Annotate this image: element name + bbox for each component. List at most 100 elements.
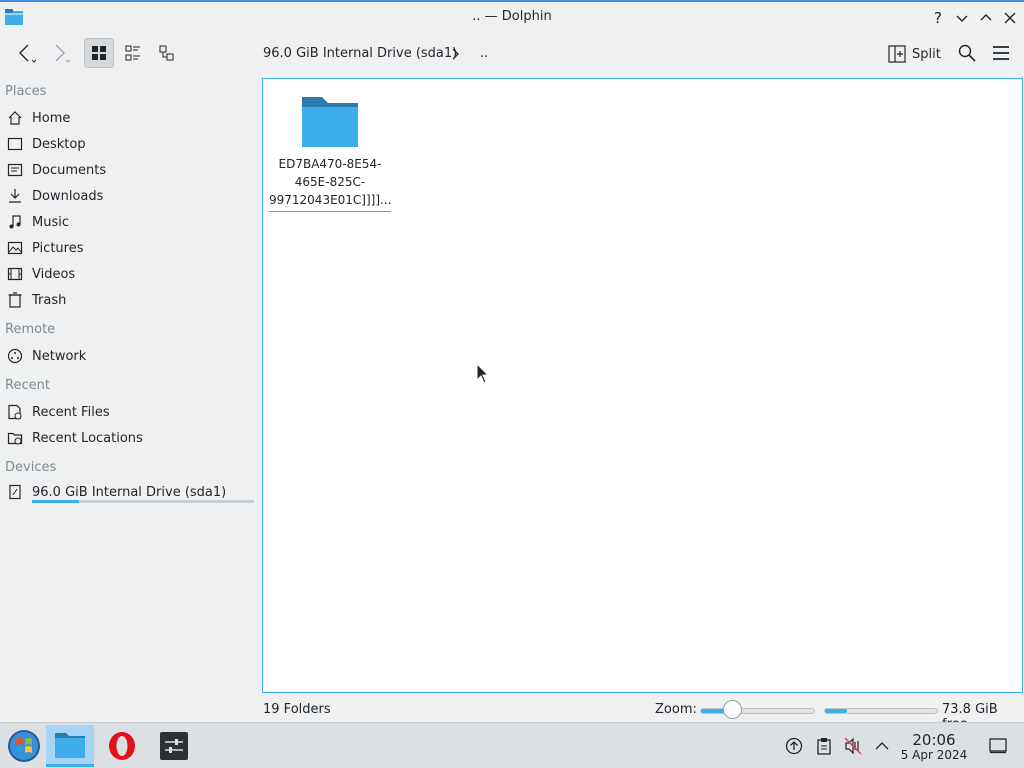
icons-view-button[interactable] — [84, 38, 114, 68]
mouse-cursor-icon — [476, 363, 490, 384]
menu-button[interactable] — [986, 38, 1016, 68]
title-bar[interactable]: .. — Dolphin ? — [0, 0, 1024, 34]
clipboard-icon — [817, 738, 831, 755]
section-devices: Devices — [5, 460, 57, 475]
sidebar-item-label: Music — [32, 214, 69, 230]
network-icon — [5, 346, 25, 366]
sidebar-item-downloads[interactable]: Downloads — [5, 184, 103, 208]
compact-view-icon — [125, 45, 140, 61]
breadcrumb-drive[interactable]: 96.0 GiB Internal Drive (sda1) — [263, 46, 457, 61]
sidebar-item-label: Recent Files — [32, 404, 110, 420]
icons-view-icon — [92, 46, 106, 60]
volume-muted-icon — [844, 737, 862, 755]
status-bar: 19 Folders Zoom: 73.8 GiB free — [0, 696, 1024, 732]
sidebar-item-recent-files[interactable]: Recent Files — [5, 400, 110, 424]
sidebar-item-label: Videos — [32, 266, 76, 282]
free-space-bar[interactable] — [824, 708, 938, 714]
chevron-down-icon — [956, 15, 968, 22]
search-icon — [958, 44, 976, 62]
zoom-slider[interactable] — [700, 708, 815, 714]
help-button[interactable]: ? — [928, 8, 948, 28]
places-panel: Places Home Desktop Documents Downloads … — [0, 78, 260, 696]
breadcrumb-current[interactable]: .. — [480, 46, 488, 61]
drive-usage-fill — [32, 500, 79, 503]
taskbar-opera[interactable] — [98, 725, 146, 767]
back-arrow-icon — [19, 44, 36, 63]
sidebar-item-label: Network — [32, 348, 87, 364]
show-desktop-icon — [989, 738, 1007, 754]
clock-date[interactable]: 5 Apr 2024 — [896, 748, 972, 762]
updates-icon — [785, 737, 803, 755]
split-view-icon — [888, 45, 906, 63]
breadcrumb-separator-icon[interactable] — [450, 47, 460, 61]
videos-icon — [5, 264, 25, 284]
sidebar-item-label: Trash — [32, 292, 67, 308]
downloads-icon — [5, 186, 25, 206]
mixer-icon — [160, 732, 188, 760]
sidebar-item-label: Desktop — [32, 136, 86, 152]
folder-icon — [302, 97, 358, 147]
updates-tray[interactable] — [785, 737, 803, 755]
forward-button[interactable] — [44, 38, 74, 68]
zoom-label: Zoom: — [655, 702, 697, 717]
details-view-button[interactable] — [152, 38, 182, 68]
sidebar-item-label: Home — [32, 110, 71, 126]
maximize-button[interactable] — [976, 8, 996, 28]
close-button[interactable] — [1000, 8, 1020, 28]
folder-name: ED7BA470-8E54- 465E-825C- 99712043E01C]]… — [269, 155, 391, 209]
sidebar-item-pictures[interactable]: Pictures — [5, 236, 83, 260]
drive-usage-bar — [32, 500, 254, 503]
clock-time[interactable]: 20:06 — [900, 731, 968, 749]
desktop-icon — [5, 134, 25, 154]
file-view[interactable]: ED7BA470-8E54- 465E-825C- 99712043E01C]]… — [262, 78, 1023, 693]
folder-name-line: 99712043E01C]]]]... — [269, 193, 392, 207]
taskbar-settings[interactable] — [150, 725, 198, 767]
details-view-icon — [159, 45, 174, 61]
pictures-icon — [5, 238, 25, 258]
hamburger-menu-icon — [993, 46, 1009, 60]
sidebar-item-trash[interactable]: Trash — [5, 288, 66, 312]
folder-item[interactable]: ED7BA470-8E54- 465E-825C- 99712043E01C]]… — [269, 93, 391, 212]
start-orb-icon — [8, 730, 40, 762]
recent-locations-icon — [5, 428, 25, 448]
start-menu-button[interactable] — [0, 725, 48, 767]
folder-name-line: 465E-825C- — [294, 175, 366, 189]
free-space-fill — [825, 709, 848, 713]
taskbar-dolphin[interactable] — [46, 725, 94, 767]
sidebar-item-label: Documents — [32, 162, 107, 178]
section-remote: Remote — [5, 322, 56, 337]
sidebar-item-documents[interactable]: Documents — [5, 158, 106, 182]
sidebar-item-music[interactable]: Music — [5, 210, 69, 234]
selection-underline — [269, 211, 391, 212]
documents-icon — [5, 160, 25, 180]
toolbar: 96.0 GiB Internal Drive (sda1) .. Split — [0, 34, 1024, 76]
search-button[interactable] — [952, 38, 982, 68]
drive-icon — [5, 482, 25, 502]
sidebar-item-recent-locations[interactable]: Recent Locations — [5, 426, 143, 450]
tray-expand-icon — [875, 742, 889, 750]
sidebar-item-desktop[interactable]: Desktop — [5, 132, 86, 156]
sidebar-item-home[interactable]: Home — [5, 106, 70, 130]
home-icon — [5, 108, 25, 128]
window-title: .. — Dolphin — [472, 9, 552, 24]
sidebar-item-network[interactable]: Network — [5, 344, 86, 368]
clipboard-tray[interactable] — [815, 737, 833, 755]
close-icon — [1004, 12, 1016, 24]
split-button[interactable]: Split — [888, 40, 941, 68]
split-label: Split — [912, 46, 941, 62]
section-places: Places — [5, 84, 47, 99]
recent-files-icon — [5, 402, 25, 422]
show-desktop-button[interactable] — [989, 737, 1007, 755]
help-label: ? — [934, 9, 942, 27]
sidebar-item-videos[interactable]: Videos — [5, 262, 75, 286]
back-button[interactable] — [10, 38, 40, 68]
folder-name-line: ED7BA470-8E54- — [278, 157, 382, 171]
music-icon — [5, 212, 25, 232]
zoom-slider-handle[interactable] — [723, 700, 743, 719]
compact-view-button[interactable] — [118, 38, 148, 68]
sidebar-item-label: Downloads — [32, 188, 104, 204]
volume-tray[interactable] — [844, 737, 862, 755]
minimize-button[interactable] — [952, 8, 972, 28]
tray-expand-button[interactable] — [873, 737, 891, 755]
opera-icon — [109, 732, 135, 760]
